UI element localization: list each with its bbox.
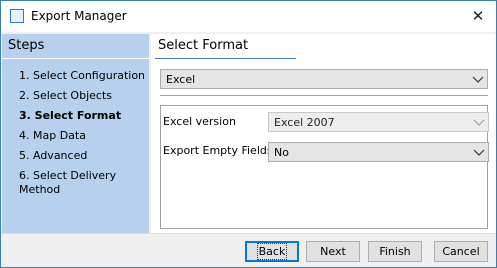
step-item-select-configuration: 1. Select Configuration	[19, 69, 146, 82]
chevron-down-icon	[473, 149, 485, 156]
window-title: Export Manager	[31, 9, 127, 23]
cancel-button[interactable]: Cancel	[434, 241, 488, 262]
step-item-select-delivery-method: 6. Select Delivery Method	[19, 169, 117, 196]
close-button[interactable]: ✕	[464, 3, 492, 29]
footer-divider	[1, 233, 496, 234]
format-separator	[160, 95, 488, 96]
format-select[interactable]: Excel	[160, 69, 488, 89]
export-empty-fields-value: No	[274, 146, 289, 159]
section-title-underline	[155, 58, 296, 59]
format-select-value: Excel	[166, 73, 196, 86]
excel-version-label: Excel version	[163, 115, 236, 128]
main-panel: Select Format Excel Excel version Excel …	[151, 34, 496, 233]
next-button[interactable]: Next	[306, 241, 360, 262]
steps-list: 1. Select Configuration 2. Select Object…	[19, 69, 149, 196]
export-manager-window: Export Manager ✕ Steps 1. Select Configu…	[0, 0, 497, 268]
export-empty-fields-label: Export Empty Fields	[163, 144, 273, 157]
app-window-icon	[10, 9, 24, 23]
title-bar[interactable]: Export Manager ✕	[1, 1, 496, 32]
steps-header: Steps	[8, 38, 45, 53]
steps-divider	[2, 58, 149, 59]
step-item-advanced: 5. Advanced	[19, 149, 88, 162]
steps-panel: Steps 1. Select Configuration 2. Select …	[2, 34, 149, 233]
excel-version-value: Excel 2007	[274, 116, 335, 129]
format-options-box: Excel version Excel 2007 Export Empty Fi…	[160, 105, 489, 229]
section-title: Select Format	[158, 38, 249, 53]
export-empty-fields-select[interactable]: No	[268, 142, 489, 162]
step-item-select-objects: 2. Select Objects	[19, 89, 112, 102]
back-button-label: Back	[256, 243, 288, 260]
excel-version-select: Excel 2007	[268, 112, 489, 132]
finish-button[interactable]: Finish	[368, 241, 422, 262]
chevron-down-icon	[473, 119, 485, 126]
step-item-map-data: 4. Map Data	[19, 129, 86, 142]
chevron-down-icon	[472, 76, 484, 83]
step-item-select-format: 3. Select Format	[19, 109, 122, 122]
back-button[interactable]: Back	[245, 241, 299, 262]
